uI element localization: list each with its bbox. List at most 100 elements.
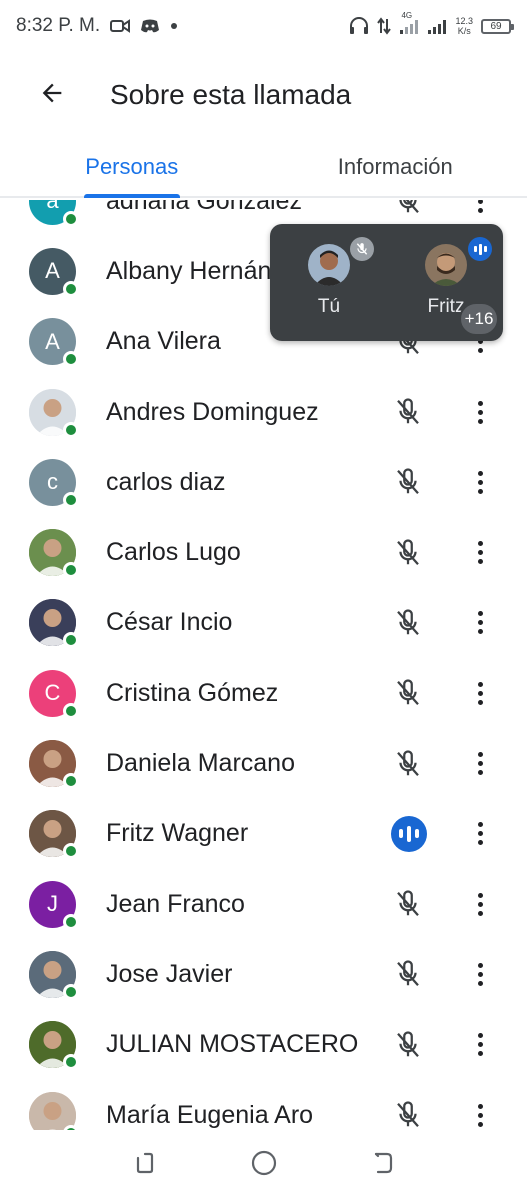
online-status-dot (63, 632, 79, 649)
video-icon (110, 18, 131, 34)
speed-value: 12.3 (455, 16, 473, 26)
avatar-initial: C (44, 680, 61, 706)
avatar-container (29, 810, 79, 860)
mic-off-icon[interactable] (388, 533, 428, 573)
participant-row[interactable]: Andres Dominguez (0, 377, 527, 447)
online-status-dot (63, 983, 79, 1000)
avatar-initial: a (46, 200, 59, 214)
online-status-dot (63, 913, 79, 930)
participant-row[interactable]: Carlos Lugo (0, 517, 527, 587)
signal-icon: 4G (399, 11, 419, 35)
avatar-container (29, 950, 79, 1000)
participant-name: Andres Dominguez (106, 397, 319, 426)
avatar-container: a (29, 200, 79, 227)
participant-name: Cristina Gómez (106, 678, 279, 707)
participant-name: Carlos Lugo (106, 538, 241, 567)
online-status-dot (63, 210, 79, 227)
more-vert-icon[interactable] (466, 744, 494, 784)
avatar-container (29, 599, 79, 649)
more-vert-icon[interactable] (466, 200, 494, 221)
nav-home-button[interactable] (242, 1143, 286, 1187)
tab-informacion[interactable]: Información (264, 138, 527, 196)
participant-row[interactable]: Fritz Wagner (0, 799, 527, 869)
notification-dot-icon (170, 22, 178, 30)
mic-off-icon[interactable] (388, 884, 428, 924)
participant-row[interactable]: María Eugenia Aro (0, 1080, 527, 1130)
mic-off-icon[interactable] (388, 200, 428, 221)
avatar-initial: c (47, 469, 58, 495)
online-status-dot (63, 280, 79, 297)
tab-bar: Personas Información (0, 138, 527, 198)
mic-off-icon[interactable] (388, 954, 428, 994)
more-vert-icon[interactable] (466, 884, 494, 924)
network-speed: 12.3 K/s (455, 16, 473, 36)
pip-speaking-icon (468, 237, 492, 261)
status-bar: 8:32 P. M. 4G 12.3 K/s 69 (0, 0, 527, 52)
participant-name: carlos diaz (106, 467, 226, 496)
more-vert-icon[interactable] (466, 814, 494, 854)
online-status-dot (63, 702, 79, 719)
online-status-dot (63, 421, 79, 438)
more-vert-icon[interactable] (466, 1025, 494, 1065)
data-transfer-icon (377, 17, 392, 35)
online-status-dot (63, 1054, 79, 1071)
more-vert-icon[interactable] (466, 462, 494, 502)
more-vert-icon[interactable] (466, 533, 494, 573)
participant-row[interactable]: C Cristina Gómez (0, 658, 527, 728)
avatar-container: C (29, 669, 79, 719)
nav-recents-button[interactable] (123, 1143, 167, 1187)
home-icon (250, 1149, 278, 1182)
mic-off-icon[interactable] (388, 603, 428, 643)
system-nav-bar (0, 1130, 527, 1200)
participant-row[interactable]: Daniela Marcano (0, 728, 527, 798)
fritz-avatar (425, 244, 467, 286)
avatar-container: A (29, 247, 79, 297)
more-vert-icon[interactable] (466, 673, 494, 713)
online-status-dot (63, 562, 79, 579)
participant-name: Jose Javier (106, 959, 233, 988)
pip-extra-count[interactable]: +16 (459, 302, 499, 336)
speed-unit: K/s (457, 26, 471, 36)
avatar-container: A (29, 318, 79, 368)
more-vert-icon[interactable] (466, 954, 494, 994)
avatar-initial: J (47, 891, 58, 917)
tab-personas[interactable]: Personas (0, 138, 264, 198)
avatar-container (29, 1091, 79, 1130)
mic-off-icon[interactable] (388, 673, 428, 713)
participant-name: adriana Gonzalez (106, 200, 302, 215)
participant-row[interactable]: c carlos diaz (0, 447, 527, 517)
participant-row[interactable]: Jose Javier (0, 939, 527, 1009)
online-status-dot (63, 773, 79, 790)
avatar-initial: A (45, 258, 60, 284)
avatar-container: J (29, 880, 79, 930)
back-button[interactable] (24, 67, 80, 123)
more-vert-icon[interactable] (466, 392, 494, 432)
mic-off-icon[interactable] (388, 744, 428, 784)
signal-2-icon (427, 17, 447, 35)
participant-name: JULIAN MOSTACERO (106, 1030, 359, 1059)
mic-off-icon[interactable] (388, 1095, 428, 1130)
nav-back-button[interactable] (361, 1143, 405, 1187)
more-vert-icon[interactable] (466, 603, 494, 643)
mic-off-icon[interactable] (388, 462, 428, 502)
online-status-dot (63, 351, 79, 368)
participant-name: César Incio (106, 608, 233, 637)
mic-off-icon[interactable] (388, 392, 428, 432)
speaking-indicator-icon[interactable] (391, 815, 427, 852)
more-vert-icon[interactable] (466, 1095, 494, 1130)
participant-row[interactable]: J Jean Franco (0, 869, 527, 939)
participant-name: María Eugenia Aro (106, 1100, 314, 1129)
network-label: 4G (401, 11, 413, 20)
battery-level: 69 (490, 20, 502, 32)
avatar-container (29, 1021, 79, 1071)
recents-icon (132, 1150, 158, 1181)
avatar-container (29, 740, 79, 790)
participant-name: Fritz Wagner (106, 819, 249, 848)
participant-row[interactable]: JULIAN MOSTACERO (0, 1010, 527, 1080)
participant-name: Daniela Marcano (106, 749, 295, 778)
participant-name: Jean Franco (106, 889, 245, 918)
page-title: Sobre esta llamada (110, 79, 352, 110)
mic-off-icon[interactable] (388, 1025, 428, 1065)
participant-row[interactable]: César Incio (0, 588, 527, 658)
online-status-dot (63, 843, 79, 860)
